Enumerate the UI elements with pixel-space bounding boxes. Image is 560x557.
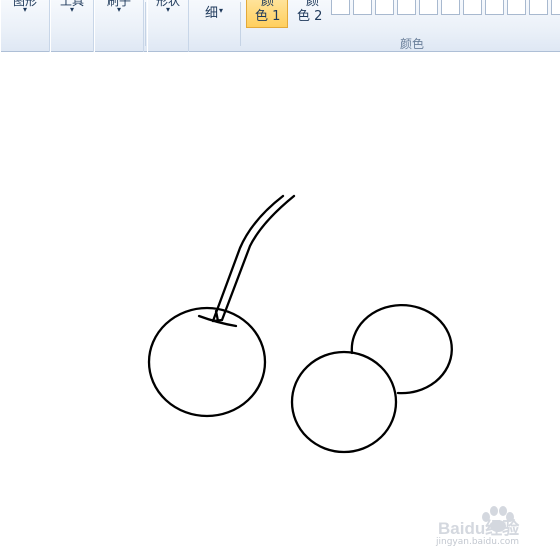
- cherry-left: [147, 306, 267, 418]
- color-swatch[interactable]: [463, 0, 482, 15]
- stroke-size-label: 细: [205, 6, 219, 21]
- color-swatch[interactable]: [353, 0, 372, 15]
- chevron-down-icon: ▾: [22, 5, 27, 14]
- color-swatch[interactable]: [529, 0, 548, 15]
- cherry-back: [350, 304, 453, 395]
- color-swatch[interactable]: [419, 0, 438, 15]
- brushes-button[interactable]: 刷子 ▾: [94, 0, 144, 52]
- watermark-url: jingyan.baidu.com: [436, 537, 520, 547]
- cherry-front: [290, 350, 398, 454]
- color-swatch[interactable]: [397, 0, 416, 15]
- image-button[interactable]: 图形 ▾: [0, 0, 50, 52]
- colors-group-label: 颜色: [400, 37, 425, 51]
- color-swatch[interactable]: [507, 0, 526, 15]
- color-swatch[interactable]: [485, 0, 504, 15]
- color-2-button[interactable]: 颜 色 2: [292, 0, 328, 28]
- chevron-down-icon: ▾: [69, 5, 74, 14]
- ribbon-toolbar: 图形 ▾ 工具 ▾ 刷子 ▾ 形状 ▾ 细 ▾ 颜 色 1 颜 色 2 颜色: [0, 0, 560, 52]
- color-swatch[interactable]: [375, 0, 394, 15]
- color-1-button[interactable]: 颜 色 1: [246, 0, 288, 28]
- group-separator: [240, 2, 241, 46]
- color-2-label: 色 2: [297, 9, 323, 24]
- chevron-down-icon: ▾: [219, 6, 224, 15]
- color-swatch[interactable]: [551, 0, 560, 15]
- color-swatch[interactable]: [441, 0, 460, 15]
- tools-button[interactable]: 工具 ▾: [50, 0, 94, 52]
- color-swatch[interactable]: [331, 0, 350, 15]
- stem-right-line: [220, 194, 296, 322]
- stroke-size-button[interactable]: 细 ▾: [197, 0, 237, 44]
- cherries-drawing: [147, 194, 453, 454]
- drawing-canvas[interactable]: Baidu经验 jingyan.baidu.com: [0, 52, 560, 547]
- group-separator: [145, 2, 146, 46]
- chevron-down-icon: ▾: [116, 5, 121, 14]
- chevron-down-icon: ▾: [165, 5, 170, 14]
- watermark: Baidu经验 jingyan.baidu.com: [436, 506, 556, 557]
- watermark-brand: Baidu经验: [438, 519, 520, 538]
- shapes-button[interactable]: 形状 ▾: [147, 0, 189, 52]
- color-1-label: 色 1: [255, 9, 281, 24]
